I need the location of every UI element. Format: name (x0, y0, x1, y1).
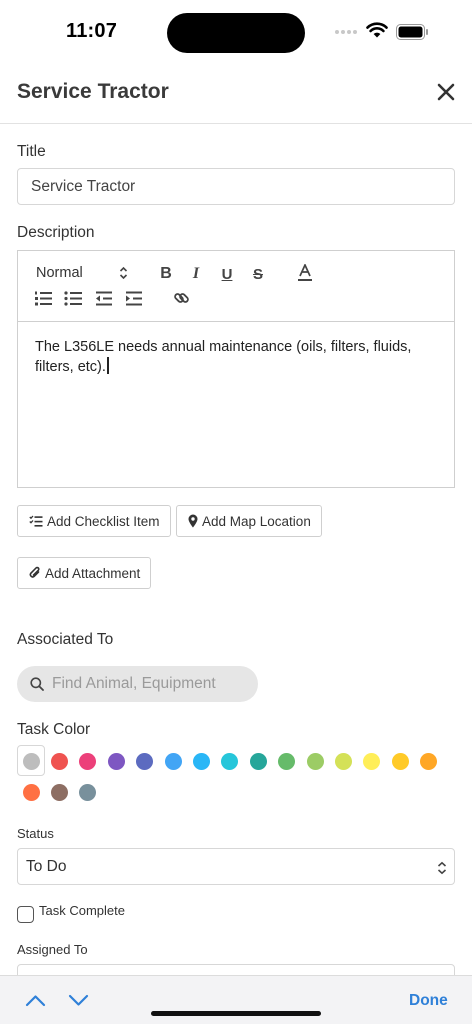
chevron-down-icon[interactable] (68, 994, 89, 1007)
checklist-icon (29, 515, 43, 527)
status-label: Status (17, 826, 54, 841)
color-swatch[interactable] (107, 752, 125, 770)
status-select-value: To Do (26, 858, 67, 875)
assigned-to-label: Assigned To (17, 942, 88, 957)
text-color-icon[interactable] (297, 264, 313, 282)
underline-icon[interactable]: U (219, 264, 235, 284)
cellular-signal-icon (335, 30, 357, 34)
color-swatch[interactable] (420, 752, 438, 770)
color-swatch[interactable] (249, 752, 267, 770)
keyboard-accessory-bar: Done (0, 975, 472, 1024)
add-attachment-button[interactable]: Add Attachment (17, 557, 152, 589)
link-icon[interactable] (173, 290, 190, 307)
description-text-content: The L356LE needs annual maintenance (oil… (35, 339, 412, 375)
color-swatch[interactable] (22, 783, 40, 801)
format-select-arrows-icon (119, 266, 128, 280)
associated-search-input[interactable]: Find Animal, Equipment (17, 666, 258, 702)
color-swatch[interactable] (164, 752, 182, 770)
format-select[interactable]: Normal (36, 263, 83, 283)
title-input[interactable]: Service Tractor (17, 168, 455, 205)
color-swatch[interactable] (363, 752, 381, 770)
indent-icon[interactable] (125, 291, 143, 306)
add-checklist-item-label: Add Checklist Item (47, 513, 160, 529)
paperclip-icon (29, 566, 40, 578)
color-swatch[interactable] (50, 783, 68, 801)
strikethrough-icon[interactable]: S (250, 264, 266, 284)
home-indicator (151, 1011, 321, 1016)
ordered-list-icon[interactable] (34, 291, 52, 306)
bullet-list-icon[interactable] (64, 291, 82, 306)
map-pin-icon (188, 514, 198, 528)
description-text[interactable]: The L356LE needs annual maintenance (oil… (35, 337, 435, 377)
editor-toolbar: Normal B I U S (18, 251, 454, 322)
battery-icon (396, 24, 428, 40)
page-title: Service Tractor (17, 80, 169, 103)
italic-icon[interactable]: I (188, 264, 204, 284)
add-map-location-button[interactable]: Add Map Location (176, 505, 322, 537)
color-swatch[interactable] (50, 752, 68, 770)
close-icon[interactable] (436, 82, 456, 102)
color-swatch[interactable] (221, 752, 239, 770)
description-label: Description (17, 224, 95, 241)
color-swatch[interactable] (79, 752, 97, 770)
search-icon (30, 677, 44, 691)
status-time: 11:07 (66, 20, 118, 42)
title-input-value: Service Tractor (31, 178, 136, 195)
color-swatch[interactable] (192, 752, 210, 770)
associated-search-placeholder: Find Animal, Equipment (52, 675, 216, 692)
chevron-up-icon[interactable] (25, 994, 46, 1007)
associated-to-label: Associated To (17, 631, 114, 648)
task-complete-label: Task Complete (39, 903, 125, 918)
add-map-location-label: Add Map Location (202, 513, 311, 529)
task-complete-checkbox[interactable] (17, 906, 34, 923)
text-caret (106, 357, 109, 374)
add-attachment-label: Add Attachment (45, 565, 141, 581)
color-swatch[interactable] (391, 752, 409, 770)
title-label: Title (17, 143, 46, 160)
color-swatch[interactable] (306, 752, 324, 770)
dynamic-island (167, 13, 305, 53)
description-editor: Normal B I U S The L356LE needs annual m… (17, 250, 455, 488)
outdent-icon[interactable] (95, 291, 113, 306)
task-color-label: Task Color (17, 721, 91, 738)
color-swatch[interactable] (79, 783, 97, 801)
status-select[interactable]: To Do (17, 848, 455, 885)
format-select-value: Normal (36, 265, 83, 281)
color-swatch[interactable] (278, 752, 296, 770)
modal-header: Service Tractor (0, 62, 472, 124)
color-swatch[interactable] (22, 752, 40, 770)
done-button[interactable]: Done (409, 992, 448, 1010)
color-swatch[interactable] (136, 752, 154, 770)
add-checklist-item-button[interactable]: Add Checklist Item (17, 505, 171, 537)
select-arrows-icon (437, 861, 447, 875)
bold-icon[interactable]: B (158, 264, 174, 284)
color-swatch[interactable] (334, 752, 352, 770)
wifi-icon (366, 22, 388, 38)
status-bar: 11:07 (0, 0, 472, 62)
